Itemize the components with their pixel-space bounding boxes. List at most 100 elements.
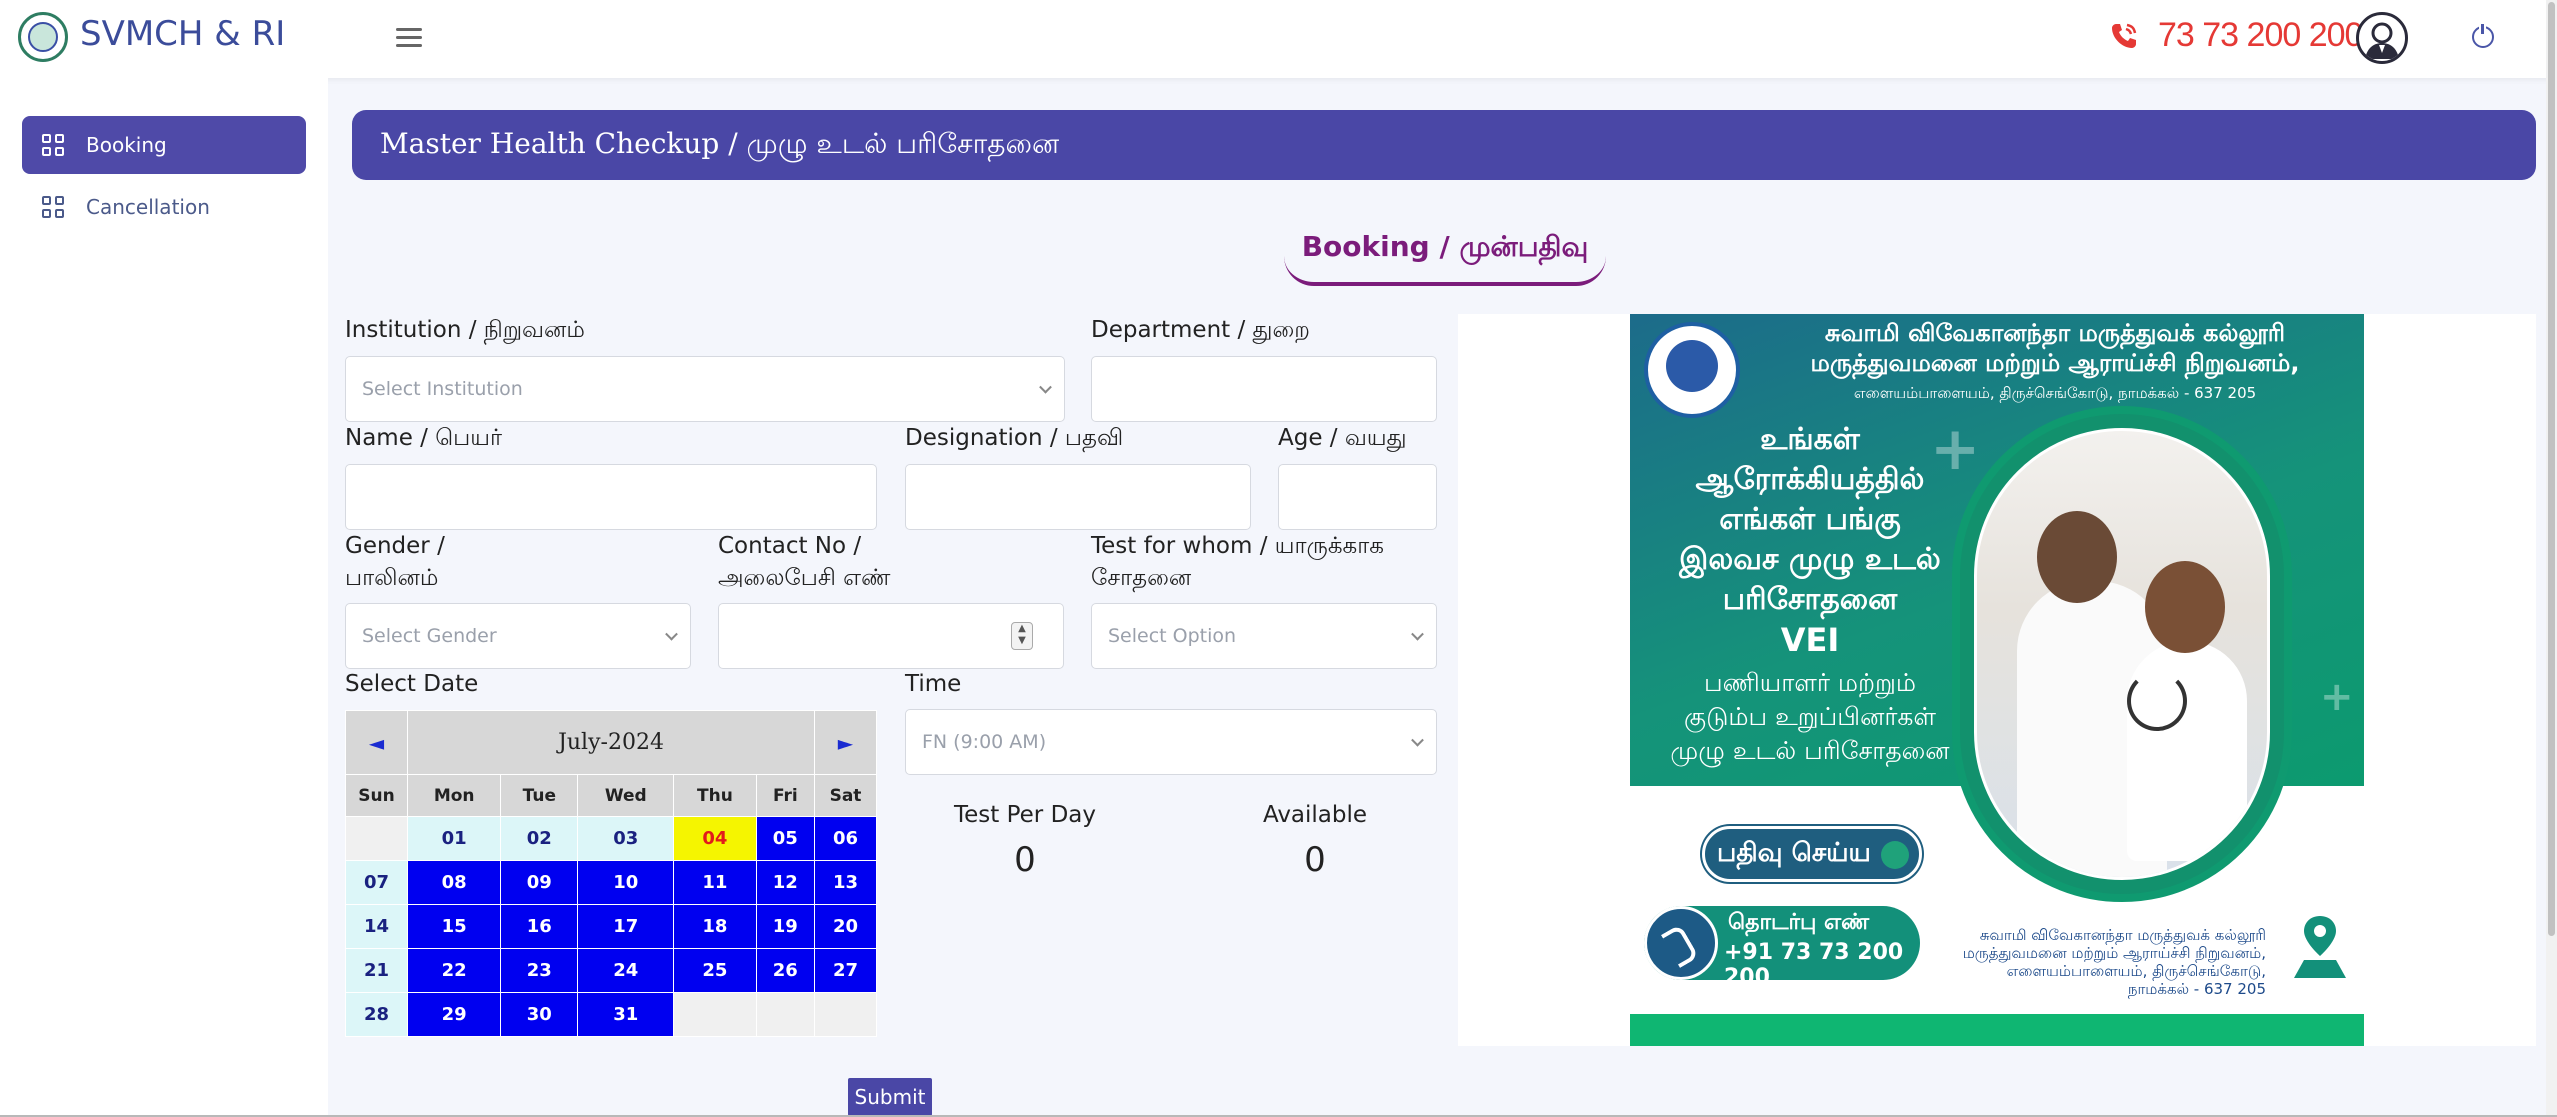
department-label: Department / துறை <box>1091 317 1310 343</box>
poster-addr-line1: சுவாமி விவேகானந்தா மருத்துவக் கல்லூரி <box>1979 926 2266 944</box>
poster-photo-frame <box>1952 406 2292 902</box>
promo-poster: + + சுவாமி விவேகானந்தா மருத்துவக் கல்லூர… <box>1630 314 2364 1046</box>
test-for-label-line1: Test for whom / யாருக்காக <box>1091 533 1384 559</box>
poster-contact-label: தொடர்பு எண் <box>1728 910 1870 935</box>
calendar-day[interactable]: 29 <box>406 992 502 1037</box>
poster-sub-line3: முழு உடல் பரிசோதனை <box>1670 736 1950 765</box>
poster-bottom-bar <box>1630 1014 2364 1046</box>
gender-select[interactable]: Select Gender <box>345 603 691 669</box>
calendar-day[interactable]: 26 <box>755 948 816 993</box>
test-per-day-value: 0 <box>1014 840 1036 880</box>
sidebar-item-cancellation[interactable]: Cancellation <box>22 178 306 236</box>
brand-title[interactable]: SVMCH & RI <box>80 14 285 54</box>
poster-head-line1: உங்கள் <box>1760 422 1860 457</box>
calendar-day[interactable]: 23 <box>500 948 579 993</box>
gender-label: Gender / பாலினம் <box>345 530 445 594</box>
doctor-child-photo <box>1974 428 2270 880</box>
calendar-next-button[interactable]: ► <box>814 710 877 775</box>
test-for-label: Test for whom / யாருக்காக சோதனை <box>1091 530 1384 594</box>
poster-sub-line2: குடும்ப உறுப்பினர்கள் <box>1684 702 1936 731</box>
test-for-label-line2: சோதனை <box>1091 565 1192 591</box>
logout-power-icon[interactable] <box>2472 24 2494 48</box>
number-spinner-icon[interactable]: ▲ ▼ <box>1011 622 1033 650</box>
sidebar-item-label: Cancellation <box>86 195 210 219</box>
calendar-day[interactable]: 27 <box>814 948 877 993</box>
calendar-day[interactable]: 10 <box>577 860 675 905</box>
select-date-label: Select Date <box>345 671 479 697</box>
calendar-weekday: Wed <box>577 774 675 817</box>
calendar-day[interactable]: 13 <box>814 860 877 905</box>
calendar-day[interactable]: 19 <box>755 904 816 949</box>
age-label: Age / வயது <box>1278 425 1407 451</box>
calendar-day[interactable]: 15 <box>406 904 502 949</box>
poster-contact-number: +91 73 73 200 200 <box>1724 940 1904 990</box>
calendar-day[interactable]: 31 <box>577 992 675 1037</box>
poster-institution-name: சுவாமி விவேகானந்தா மருத்துவக் கல்லூரி மர… <box>1750 318 2360 408</box>
calendar-day[interactable]: 09 <box>500 860 579 905</box>
calendar-day[interactable]: 16 <box>500 904 579 949</box>
test-per-day-label: Test Per Day <box>954 802 1096 828</box>
calendar-day[interactable]: 14 <box>345 904 408 949</box>
calendar-prev-button[interactable]: ◄ <box>345 710 408 775</box>
calendar-day[interactable]: 28 <box>345 992 408 1037</box>
sidebar-item-booking[interactable]: Booking <box>22 116 306 174</box>
calendar-day[interactable]: 22 <box>406 948 502 993</box>
poster-head-line3: எங்கள் பங்கு <box>1719 502 1901 537</box>
institution-placeholder: Select Institution <box>362 378 523 400</box>
gender-label-line1: Gender / <box>345 533 445 559</box>
age-field[interactable] <box>1278 464 1437 530</box>
contact-number-field[interactable]: ▲ ▼ <box>718 603 1064 669</box>
calendar-day[interactable]: 08 <box>406 860 502 905</box>
designation-label: Designation / பதவி <box>905 425 1124 451</box>
calendar-day[interactable]: 18 <box>673 904 757 949</box>
poster-inst-line1: சுவாமி விவேகானந்தா மருத்துவக் கல்லூரி <box>1824 319 2286 347</box>
calendar-empty-cell <box>673 992 757 1037</box>
calendar-day[interactable]: 12 <box>755 860 816 905</box>
time-label: Time <box>905 671 962 697</box>
test-for-select[interactable]: Select Option <box>1091 603 1437 669</box>
institution-select[interactable]: Select Institution <box>345 356 1065 422</box>
poster-contact-badge: தொடர்பு எண் +91 73 73 200 200 <box>1644 906 1920 990</box>
calendar-day[interactable]: 07 <box>345 860 408 905</box>
poster-address: சுவாமி விவேகானந்தா மருத்துவக் கல்லூரி மர… <box>1926 926 2266 998</box>
calendar-day[interactable]: 05 <box>755 816 816 861</box>
calendar-day[interactable]: 20 <box>814 904 877 949</box>
institution-logo[interactable] <box>18 12 68 62</box>
page-scrollbar-thumb[interactable] <box>2548 2 2555 936</box>
designation-field[interactable] <box>905 464 1251 530</box>
calendar-weekday: Sun <box>345 774 408 817</box>
calendar-day[interactable]: 17 <box>577 904 675 949</box>
calendar-month-title: July-2024 <box>407 710 815 775</box>
user-avatar-icon[interactable] <box>2356 12 2408 64</box>
date-calendar: ◄ July-2024 ► Sun Mon Tue Wed Thu Fri Sat 01 02… <box>345 710 877 1037</box>
poster-addr-line3: எளையம்பாளையம், திருச்செங்கோடு, <box>2006 962 2266 980</box>
submit-button[interactable]: Submit <box>848 1078 932 1116</box>
calendar-day[interactable]: 11 <box>673 860 757 905</box>
poster-book-label: பதிவு செய்ய <box>1717 837 1871 868</box>
calendar-day[interactable]: 01 <box>406 816 502 861</box>
menu-toggle-icon[interactable] <box>396 28 422 48</box>
calendar-empty-cell <box>814 992 877 1037</box>
poster-headline: உங்கள் ஆரோக்கியத்தில் எங்கள் பங்கு இலவச … <box>1640 420 1980 660</box>
name-field[interactable] <box>345 464 877 530</box>
name-label: Name / பெயர் <box>345 425 502 451</box>
helpline-number[interactable]: 73 73 200 200 <box>2158 16 2363 55</box>
grid-icon <box>42 196 64 218</box>
calendar-day[interactable]: 30 <box>500 992 579 1037</box>
time-select[interactable]: FN (9:00 AM) <box>905 709 1437 775</box>
poster-head-line6: VEI <box>1780 621 1840 659</box>
sidebar: Booking Cancellation <box>0 78 328 1117</box>
contact-label-line2: அலைபேசி எண் <box>718 565 891 591</box>
calendar-day[interactable]: 25 <box>673 948 757 993</box>
calendar-day[interactable]: 03 <box>577 816 675 861</box>
college-emblem <box>1644 322 1740 418</box>
department-field[interactable] <box>1091 356 1437 422</box>
calendar-day[interactable]: 04 <box>673 816 757 861</box>
poster-head-line5: பரிசோதனை <box>1722 582 1898 617</box>
calendar-day[interactable]: 21 <box>345 948 408 993</box>
calendar-day[interactable]: 06 <box>814 816 877 861</box>
calendar-day[interactable]: 02 <box>500 816 579 861</box>
sidebar-item-label: Booking <box>86 133 167 157</box>
poster-addr-line4: நாமக்கல் - 637 205 <box>2127 980 2266 998</box>
calendar-day[interactable]: 24 <box>577 948 675 993</box>
